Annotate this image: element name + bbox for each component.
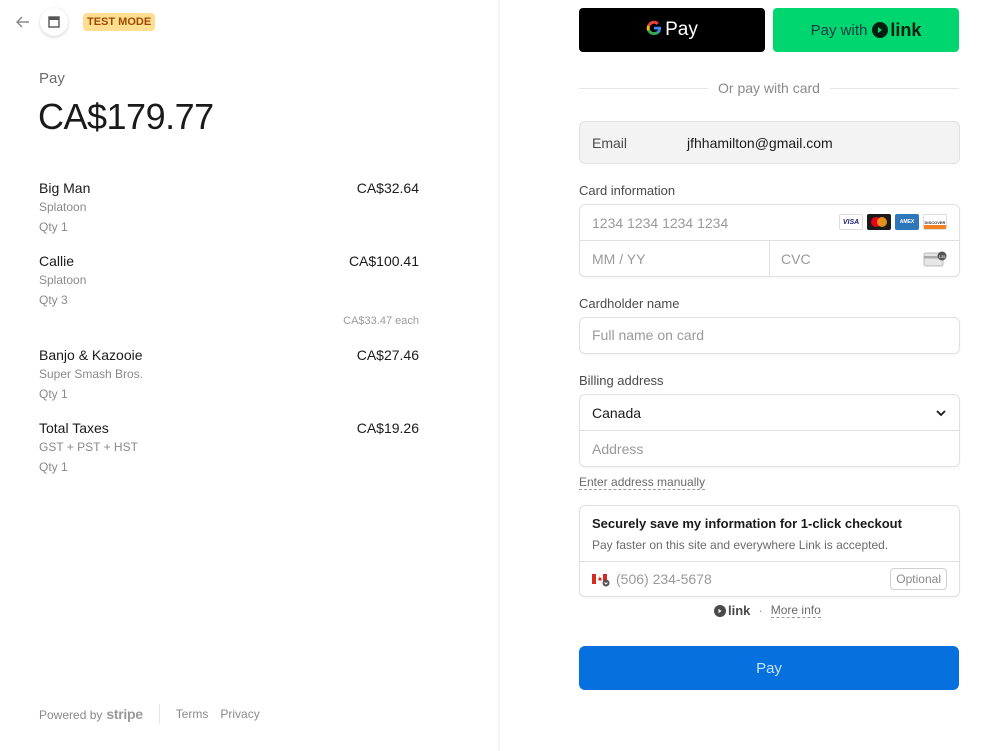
powered-by-stripe[interactable]: Powered by stripe <box>39 706 143 722</box>
back-arrow-icon[interactable] <box>15 12 34 32</box>
email-value: jfhhamilton@gmail.com <box>687 134 833 151</box>
wallet-buttons: Pay Pay with link <box>579 8 959 52</box>
card-brand-icons: VISA AMEX DISCOVER <box>839 214 947 230</box>
cvc-card-icon: 135 <box>923 251 947 267</box>
store-icon[interactable] <box>40 8 68 36</box>
line-item: Total Taxes GST + PST + HST Qty 1 CA$19.… <box>39 420 419 480</box>
pay-label: Pay <box>39 70 65 87</box>
terms-link[interactable]: Terms <box>176 707 209 721</box>
expiry-input[interactable]: MM / YY <box>592 241 645 277</box>
link-logo: link <box>872 20 921 41</box>
email-field[interactable]: Email jfhhamilton@gmail.com <box>579 121 960 164</box>
save-info-title[interactable]: Securely save my information for 1-click… <box>592 516 902 531</box>
amex-icon: AMEX <box>895 214 919 230</box>
powered-by-text: Powered by <box>39 708 103 722</box>
payment-panel: Pay Pay with link Or pay with card Email… <box>500 0 991 751</box>
link-save-info-box: Securely save my information for 1-click… <box>579 505 960 597</box>
item-quantity: Qty 1 <box>39 220 68 234</box>
item-price: CA$19.26 <box>356 420 419 436</box>
google-pay-button[interactable]: Pay <box>579 8 765 52</box>
divider-line <box>829 87 959 89</box>
google-pay-label: Pay <box>665 19 698 40</box>
item-price: CA$32.64 <box>356 180 419 196</box>
item-unit-price: CA$33.47 each <box>343 315 419 327</box>
page-footer: Powered by stripe Terms Privacy <box>39 704 272 724</box>
total-amount: CA$179.77 <box>38 96 214 137</box>
item-description: GST + PST + HST <box>39 440 138 454</box>
country-select[interactable]: Canada <box>592 395 641 431</box>
billing-address-label: Billing address <box>579 373 664 388</box>
link-logo: link <box>714 603 750 618</box>
pay-with-label: Pay with <box>810 21 868 39</box>
svg-text:135: 135 <box>939 254 946 259</box>
visa-icon: VISA <box>839 214 863 230</box>
item-quantity: Qty 3 <box>39 293 68 307</box>
privacy-link[interactable]: Privacy <box>220 707 259 721</box>
item-price: CA$27.46 <box>356 347 419 363</box>
line-item: Callie Splatoon Qty 3 CA$33.47 each CA$1… <box>39 253 419 347</box>
chevron-down-icon[interactable] <box>935 407 947 419</box>
link-arrow-icon <box>714 604 726 617</box>
billing-address-group: Canada Address <box>579 394 960 467</box>
line-item: Big Man Splatoon Qty 1 CA$32.64 <box>39 180 419 253</box>
pay-button[interactable]: Pay <box>579 646 959 690</box>
cardholder-name-label: Cardholder name <box>579 296 680 311</box>
card-information-label: Card information <box>579 183 676 198</box>
footer-divider <box>158 704 160 724</box>
field-divider <box>769 241 770 277</box>
enter-address-manually-link[interactable]: Enter address manually <box>579 475 706 490</box>
item-description: Super Smash Bros. <box>39 367 144 381</box>
google-g-icon <box>646 19 662 42</box>
or-pay-with-card-text: Or pay with card <box>718 80 820 96</box>
cvc-input[interactable]: CVC <box>781 241 811 277</box>
discover-icon: DISCOVER <box>923 214 947 230</box>
optional-badge: Optional <box>890 568 947 590</box>
line-items: Big Man Splatoon Qty 1 CA$32.64 Callie S… <box>39 180 419 480</box>
link-footer-separator: · <box>758 603 763 618</box>
item-description: Splatoon <box>39 200 87 214</box>
cardholder-name-input[interactable]: Full name on card <box>579 317 960 354</box>
stripe-logo: stripe <box>106 706 143 722</box>
item-description: Splatoon <box>39 273 87 287</box>
pay-with-link-button[interactable]: Pay with link <box>773 8 959 52</box>
email-label: Email <box>592 134 628 151</box>
link-word: link <box>890 19 922 40</box>
item-quantity: Qty 1 <box>39 387 68 401</box>
order-summary-panel: TEST MODE Pay CA$179.77 Big Man Splatoon… <box>0 0 498 751</box>
or-divider: Or pay with card <box>579 80 959 96</box>
link-word: link <box>728 603 751 618</box>
address-input[interactable]: Address <box>592 431 643 467</box>
card-information-group: 1234 1234 1234 1234 VISA AMEX DISCOVER M… <box>579 204 960 277</box>
link-arrow-icon <box>872 22 889 38</box>
test-mode-badge: TEST MODE <box>83 13 156 31</box>
card-number-input[interactable]: 1234 1234 1234 1234 <box>592 205 728 241</box>
link-footer: link · More info <box>714 603 821 618</box>
phone-input[interactable]: (506) 234-5678 <box>616 561 712 597</box>
more-info-link[interactable]: More info <box>770 603 821 618</box>
mastercard-icon <box>867 214 891 230</box>
item-price: CA$100.41 <box>348 253 419 269</box>
divider-line <box>579 87 709 89</box>
item-quantity: Qty 1 <box>39 460 68 474</box>
line-item: Banjo & Kazooie Super Smash Bros. Qty 1 … <box>39 347 419 420</box>
save-info-subtitle: Pay faster on this site and everywhere L… <box>592 538 889 552</box>
canada-flag-icon[interactable] <box>592 573 610 587</box>
